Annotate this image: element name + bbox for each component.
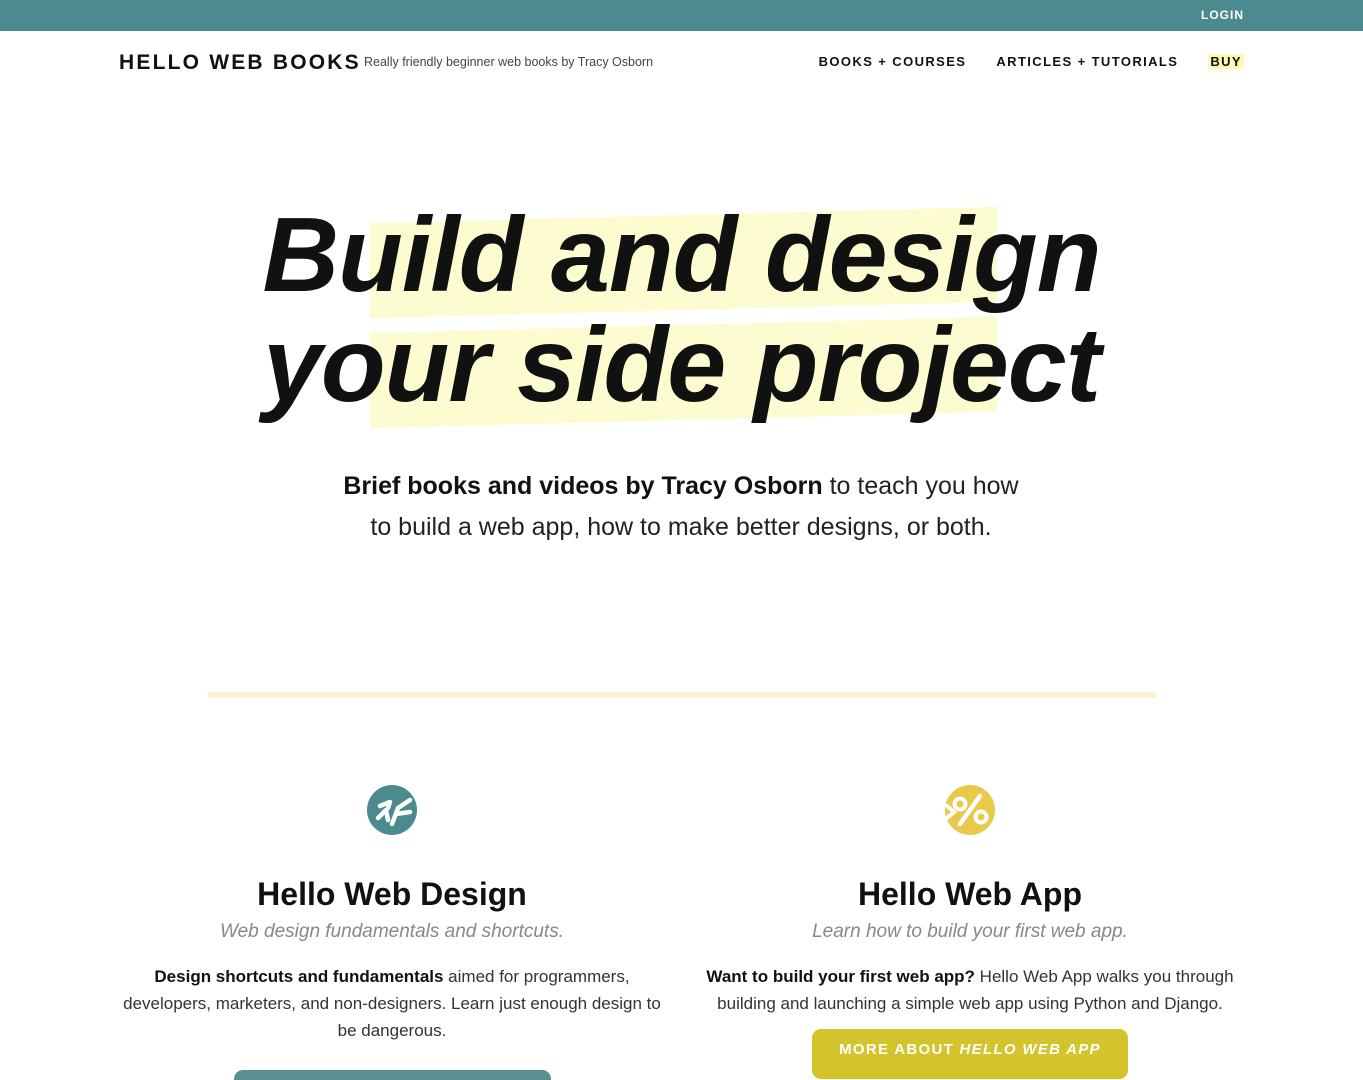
button-prefix: MORE ABOUT bbox=[839, 1041, 960, 1058]
product-title: Hello Web App bbox=[858, 876, 1082, 912]
hero-subhead: Brief books and videos by Tracy Osborn t… bbox=[331, 466, 1031, 548]
headline-line-2: your side project bbox=[0, 310, 1363, 429]
button-emph: HELLO WEB APP bbox=[959, 1041, 1101, 1058]
hello-web-design-logo-icon[interactable] bbox=[366, 784, 418, 836]
product-hello-web-app: Hello Web App Learn how to build your fi… bbox=[690, 784, 1250, 1079]
nav-buy[interactable]: BUY bbox=[1208, 54, 1244, 69]
more-about-hello-web-app-button[interactable]: MORE ABOUT HELLO WEB APP bbox=[812, 1029, 1128, 1079]
site-tagline: Really friendly beginner web books by Tr… bbox=[364, 55, 654, 69]
product-hello-web-design: Hello Web Design Web design fundamentals… bbox=[112, 784, 672, 1080]
product-subtitle: Learn how to build your first web app. bbox=[812, 921, 1128, 942]
nav-articles-tutorials[interactable]: ARTICLES + TUTORIALS bbox=[996, 54, 1178, 69]
product-title: Hello Web Design bbox=[257, 876, 527, 912]
description-bold: Want to build your first web app? bbox=[706, 967, 975, 986]
description-bold: Design shortcuts and fundamentals bbox=[154, 967, 444, 986]
headline-line-1: Build and design bbox=[0, 200, 1363, 319]
nav-books-courses[interactable]: BOOKS + COURSES bbox=[819, 54, 967, 69]
site-header: HELLO WEB BOOKS Really friendly beginner… bbox=[0, 31, 1363, 93]
hello-web-app-logo-icon[interactable] bbox=[944, 784, 996, 836]
hello-web-design-button[interactable] bbox=[233, 1070, 551, 1080]
subhead-bold: Brief books and videos by Tracy Osborn bbox=[343, 472, 823, 500]
headline-text-1: Build and design bbox=[262, 196, 1102, 314]
product-description: Design shortcuts and fundamentals aimed … bbox=[112, 963, 672, 1044]
product-description: Want to build your first web app? Hello … bbox=[690, 963, 1250, 1017]
login-link[interactable]: LOGIN bbox=[1201, 8, 1244, 22]
product-subtitle: Web design fundamentals and shortcuts. bbox=[220, 921, 564, 942]
hero: Build and design your side project bbox=[0, 200, 1363, 429]
section-divider bbox=[207, 692, 1157, 698]
headline-text-2: your side project bbox=[262, 306, 1101, 424]
main-nav: BOOKS + COURSES ARTICLES + TUTORIALS BUY bbox=[819, 54, 1244, 69]
site-logo[interactable]: HELLO WEB BOOKS bbox=[119, 51, 361, 75]
top-bar: LOGIN bbox=[0, 0, 1363, 31]
